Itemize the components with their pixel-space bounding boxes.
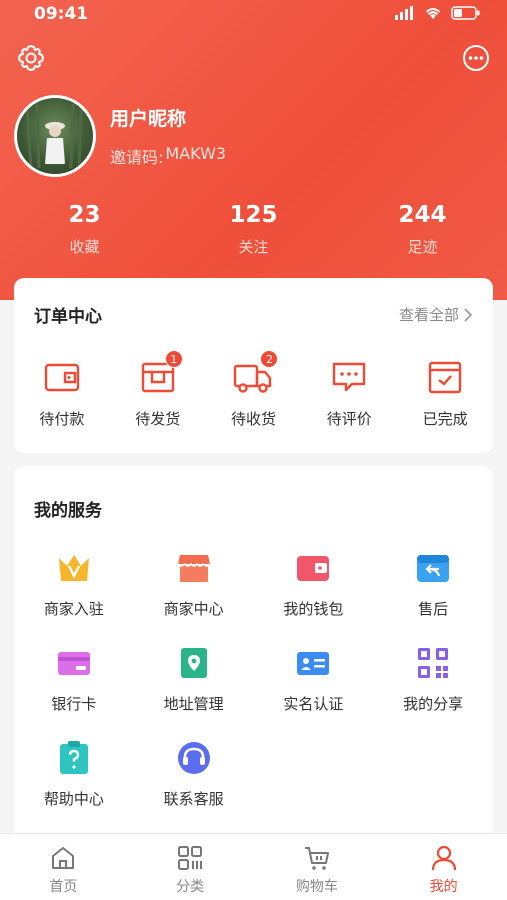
user-icon: [431, 845, 456, 871]
avatar-photo: [25, 102, 83, 169]
order-pending-receipt[interactable]: 2 待收货: [206, 350, 302, 429]
stat-value: 244: [398, 202, 447, 228]
order-label: 待付款: [39, 410, 85, 428]
service-my-share[interactable]: 我的分享: [373, 645, 493, 714]
stat-value: 125: [229, 202, 278, 228]
tab-mine[interactable]: 我的: [380, 834, 507, 900]
chevron-right-icon: [464, 307, 473, 322]
store-icon: [176, 555, 211, 582]
id-card-icon: [297, 652, 330, 675]
tab-label: 购物车: [295, 879, 338, 895]
settings-button[interactable]: [15, 42, 47, 74]
service-merchant-center[interactable]: 商家中心: [134, 550, 254, 619]
bottom-tab-bar: 首页 分类 购物车 我的: [0, 833, 507, 900]
service-label: 银行卡: [51, 695, 97, 713]
order-label: 已完成: [422, 410, 468, 428]
signal-icon: [395, 6, 413, 20]
order-pending-review[interactable]: 待评价: [301, 356, 397, 429]
tab-home[interactable]: 首页: [0, 834, 127, 900]
stat-label: 收藏: [69, 238, 100, 256]
profile-stats: 23 收藏 125 关注 244 足迹: [0, 202, 507, 257]
order-label: 待发货: [135, 410, 181, 428]
stat-label: 足迹: [407, 238, 438, 256]
service-label: 实名认证: [283, 695, 344, 713]
home-icon: [52, 847, 75, 869]
comment-icon: [333, 362, 366, 392]
my-services-card: 我的服务 商家入驻 商家中心 我的钱包 售后 银行卡 地址管理 实名认证 我的分…: [14, 466, 493, 846]
tab-category[interactable]: 分类: [127, 834, 254, 900]
tab-label: 分类: [176, 879, 205, 895]
card-icon: [57, 652, 90, 675]
stat-following[interactable]: 125 关注: [169, 202, 338, 257]
location-icon: [180, 648, 207, 678]
stat-history[interactable]: 244 足迹: [338, 202, 507, 257]
qr-code-icon: [418, 648, 449, 678]
messages-button[interactable]: [460, 42, 492, 74]
order-center-card: 订单中心 查看全部 待付款 1 待发货 2 待收货 待评价 已完成: [14, 278, 493, 453]
tab-cart[interactable]: 购物车: [254, 834, 381, 900]
crown-icon: [58, 555, 89, 581]
invite-code[interactable]: 邀请码: MAKW3: [110, 144, 226, 168]
headset-icon: [177, 742, 210, 774]
service-label: 商家中心: [163, 600, 224, 618]
order-pending-payment[interactable]: 待付款: [14, 356, 110, 429]
invite-value: MAKW3: [165, 144, 227, 163]
service-label: 我的钱包: [283, 600, 344, 618]
status-icons: [395, 6, 481, 20]
service-my-wallet[interactable]: 我的钱包: [254, 550, 374, 619]
wallet-icon: [297, 556, 330, 581]
service-label: 商家入驻: [43, 600, 104, 618]
service-label: 我的分享: [403, 695, 464, 713]
services-grid: 商家入驻 商家中心 我的钱包 售后 银行卡 地址管理 实名认证 我的分享 帮助中…: [14, 550, 493, 809]
order-completed[interactable]: 已完成: [397, 356, 493, 429]
avatar[interactable]: [14, 95, 96, 177]
calendar-check-icon: [428, 361, 462, 394]
wifi-icon: [425, 8, 441, 19]
service-identity-verification[interactable]: 实名认证: [254, 645, 374, 714]
grid-icon: [178, 846, 203, 870]
view-all-orders-link[interactable]: 查看全部: [399, 304, 473, 325]
status-time: 09:41: [34, 4, 89, 24]
return-icon: [417, 555, 450, 582]
order-center-title: 订单中心: [34, 307, 102, 327]
stat-favorites[interactable]: 23 收藏: [0, 202, 169, 257]
cart-icon: [304, 847, 329, 870]
services-title: 我的服务: [34, 501, 102, 521]
service-help-center[interactable]: 帮助中心: [14, 740, 134, 809]
notification-badge: 2: [260, 350, 279, 368]
order-pending-shipment[interactable]: 1 待发货: [110, 350, 206, 429]
service-label: 地址管理: [163, 695, 224, 713]
battery-icon: [451, 6, 480, 20]
stat-value: 23: [68, 202, 101, 228]
chat-bubble-icon: [463, 45, 489, 71]
service-label: 联系客服: [163, 790, 224, 808]
notification-badge: 1: [164, 350, 183, 368]
gear-icon: [18, 45, 44, 71]
service-after-sales[interactable]: 售后: [373, 550, 493, 619]
invite-label: 邀请码:: [110, 148, 164, 167]
view-all-label: 查看全部: [398, 306, 459, 324]
user-nickname[interactable]: 用户昵称: [110, 104, 186, 131]
stat-label: 关注: [238, 238, 269, 256]
order-label: 待收货: [230, 410, 276, 428]
service-address-management[interactable]: 地址管理: [134, 645, 254, 714]
tab-label: 我的: [429, 879, 458, 895]
service-label: 帮助中心: [43, 790, 104, 808]
service-bank-card[interactable]: 银行卡: [14, 645, 134, 714]
service-customer-support[interactable]: 联系客服: [134, 740, 254, 809]
service-merchant-join[interactable]: 商家入驻: [14, 550, 134, 619]
tab-label: 首页: [49, 879, 78, 895]
service-label: 售后: [418, 600, 449, 618]
order-status-row: 待付款 1 待发货 2 待收货 待评价 已完成: [14, 350, 493, 429]
help-icon: [59, 741, 88, 774]
status-bar: 09:41: [0, 0, 507, 30]
order-label: 待评价: [326, 410, 372, 428]
wallet-icon: [44, 363, 80, 392]
